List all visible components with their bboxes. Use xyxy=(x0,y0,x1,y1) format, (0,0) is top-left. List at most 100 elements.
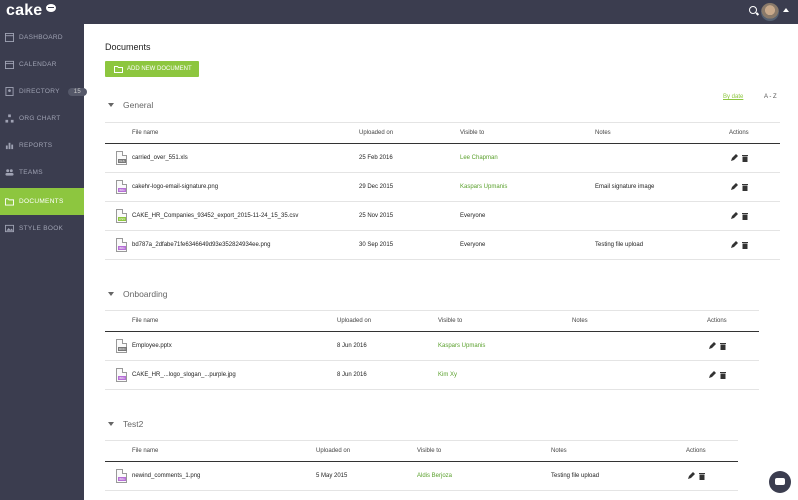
sidebar-item-label: TEAMS xyxy=(19,169,43,176)
visible-to-link[interactable]: Kaspars Upmanis xyxy=(460,184,507,190)
section-toggle-test2[interactable]: Test2 xyxy=(108,419,143,429)
edit-pencil-icon[interactable] xyxy=(730,154,738,162)
section-toggle-onboarding[interactable]: Onboarding xyxy=(108,289,167,299)
logo-bubble-icon xyxy=(46,4,56,12)
notes-text: Testing file upload xyxy=(595,242,644,248)
sort-by-date-link[interactable]: By date xyxy=(723,94,743,100)
file-name-link[interactable]: CAKE_HR_Companies_93452_export_2015-11-2… xyxy=(132,213,298,219)
file-name-link[interactable]: newind_comments_1.png xyxy=(132,473,200,479)
directory-icon xyxy=(5,87,14,96)
edit-pencil-icon[interactable] xyxy=(687,472,695,480)
table-row: IMG newind_comments_1.png 5 May 2015 Ald… xyxy=(105,462,738,491)
col-file-name: File name xyxy=(132,318,159,324)
visible-to-link[interactable]: Kaspars Upmanis xyxy=(438,343,485,349)
uploaded-date: 30 Sep 2015 xyxy=(359,242,394,248)
delete-trash-icon[interactable] xyxy=(741,241,749,249)
file-name-link[interactable]: CAKE_HR_...logo_slogan_...purple.jpg xyxy=(132,372,236,378)
delete-trash-icon[interactable] xyxy=(719,371,727,379)
dashboard-icon xyxy=(5,33,14,42)
sidebar-item-label: DOCUMENTS xyxy=(19,198,64,205)
collapse-triangle-icon xyxy=(108,103,114,107)
uploaded-date: 29 Dec 2015 xyxy=(359,184,394,190)
page-title: Documents xyxy=(105,42,151,52)
sidebar-item-label: ORG CHART xyxy=(19,115,61,122)
edit-pencil-icon[interactable] xyxy=(730,183,738,191)
edit-pencil-icon[interactable] xyxy=(730,212,738,220)
delete-trash-icon[interactable] xyxy=(698,472,706,480)
search-icon[interactable] xyxy=(749,6,757,14)
sidebar-item-directory[interactable]: DIRECTORY 15 xyxy=(0,78,88,105)
add-button-label: ADD NEW DOCUMENT xyxy=(127,66,192,72)
folder-icon xyxy=(5,198,14,206)
file-icon: CSV xyxy=(116,209,127,223)
calendar-icon xyxy=(5,60,14,69)
folder-open-icon xyxy=(114,65,123,73)
table-header: File name Uploaded on Visible to Notes A… xyxy=(105,440,738,462)
sidebar-item-label: CALENDAR xyxy=(19,61,57,68)
delete-trash-icon[interactable] xyxy=(741,183,749,191)
edit-pencil-icon[interactable] xyxy=(708,371,716,379)
delete-trash-icon[interactable] xyxy=(741,154,749,162)
col-uploaded-on: Uploaded on xyxy=(359,130,394,136)
file-icon: IMG xyxy=(116,469,127,483)
sidebar-item-dashboard[interactable]: DASHBOARD xyxy=(0,24,84,51)
sort-a-z-link[interactable]: A - Z xyxy=(764,94,777,100)
col-actions: Actions xyxy=(707,318,727,324)
avatar[interactable] xyxy=(761,3,779,21)
org-chart-icon xyxy=(5,114,14,123)
file-name-link[interactable]: cakehr-logo-email-signature.png xyxy=(132,184,218,190)
documents-table-onboarding: File name Uploaded on Visible to Notes A… xyxy=(105,310,759,390)
col-notes: Notes xyxy=(551,448,567,454)
logo-text: cake xyxy=(6,2,43,19)
visible-to-text: Everyone xyxy=(460,213,486,219)
collapse-triangle-icon xyxy=(108,292,114,296)
table-row: CSV CAKE_HR_Companies_93452_export_2015-… xyxy=(105,202,780,231)
edit-pencil-icon[interactable] xyxy=(730,241,738,249)
section-toggle-general[interactable]: General xyxy=(108,100,153,110)
col-file-name: File name xyxy=(132,448,159,454)
file-name-link[interactable]: Employee.pptx xyxy=(132,343,172,349)
file-name-link[interactable]: carried_over_551.xls xyxy=(132,155,188,161)
table-row: IMG cakehr-logo-email-signature.png 29 D… xyxy=(105,173,780,202)
table-row: DOC Employee.pptx 8 Jun 2016 Kaspars Upm… xyxy=(105,332,759,361)
delete-trash-icon[interactable] xyxy=(741,212,749,220)
col-actions: Actions xyxy=(686,448,706,454)
col-actions: Actions xyxy=(729,130,749,136)
uploaded-date: 25 Nov 2015 xyxy=(359,213,394,219)
chat-support-button[interactable] xyxy=(769,471,791,493)
sidebar-item-label: DIRECTORY xyxy=(19,88,60,95)
sidebar-item-style-book[interactable]: STYLE BOOK xyxy=(0,215,84,242)
col-visible-to: Visible to xyxy=(460,130,485,136)
file-icon: IMG xyxy=(116,238,127,252)
notes-text: Testing file upload xyxy=(551,473,600,479)
visible-to-link[interactable]: Lee Chapman xyxy=(460,155,498,161)
sidebar: DASHBOARD CALENDAR DIRECTORY 15 ORG CHAR… xyxy=(0,24,88,500)
collapse-triangle-icon xyxy=(108,422,114,426)
edit-pencil-icon[interactable] xyxy=(708,342,716,350)
sidebar-item-org-chart[interactable]: ORG CHART xyxy=(0,105,84,132)
visible-to-link[interactable]: Kim Xy xyxy=(438,372,457,378)
sidebar-item-label: DASHBOARD xyxy=(19,34,63,41)
delete-trash-icon[interactable] xyxy=(719,342,727,350)
col-file-name: File name xyxy=(132,130,159,136)
col-visible-to: Visible to xyxy=(438,318,463,324)
sidebar-item-reports[interactable]: REPORTS xyxy=(0,132,84,159)
uploaded-date: 8 Jun 2016 xyxy=(337,372,367,378)
visible-to-text: Everyone xyxy=(460,242,486,248)
documents-table-general: File name Uploaded on Visible to Notes A… xyxy=(105,122,780,260)
cake-logo[interactable]: cake xyxy=(6,2,56,20)
col-uploaded-on: Uploaded on xyxy=(316,448,351,454)
sidebar-item-teams[interactable]: TEAMS xyxy=(0,159,84,186)
add-new-document-button[interactable]: ADD NEW DOCUMENT xyxy=(105,61,199,77)
file-name-link[interactable]: bd787a_2dfabe71fe6346649d93e352824934ee.… xyxy=(132,242,270,248)
documents-table-test2: File name Uploaded on Visible to Notes A… xyxy=(105,440,738,491)
reports-icon xyxy=(5,142,14,150)
sidebar-item-label: STYLE BOOK xyxy=(19,225,64,232)
table-row: IMG bd787a_2dfabe71fe6346649d93e35282493… xyxy=(105,231,780,260)
col-notes: Notes xyxy=(572,318,588,324)
visible-to-link[interactable]: Aldis Berjoza xyxy=(417,473,452,479)
sidebar-item-documents[interactable]: DOCUMENTS xyxy=(0,188,84,215)
sidebar-item-calendar[interactable]: CALENDAR xyxy=(0,51,84,78)
col-visible-to: Visible to xyxy=(417,448,442,454)
caret-up-icon[interactable] xyxy=(783,8,789,12)
